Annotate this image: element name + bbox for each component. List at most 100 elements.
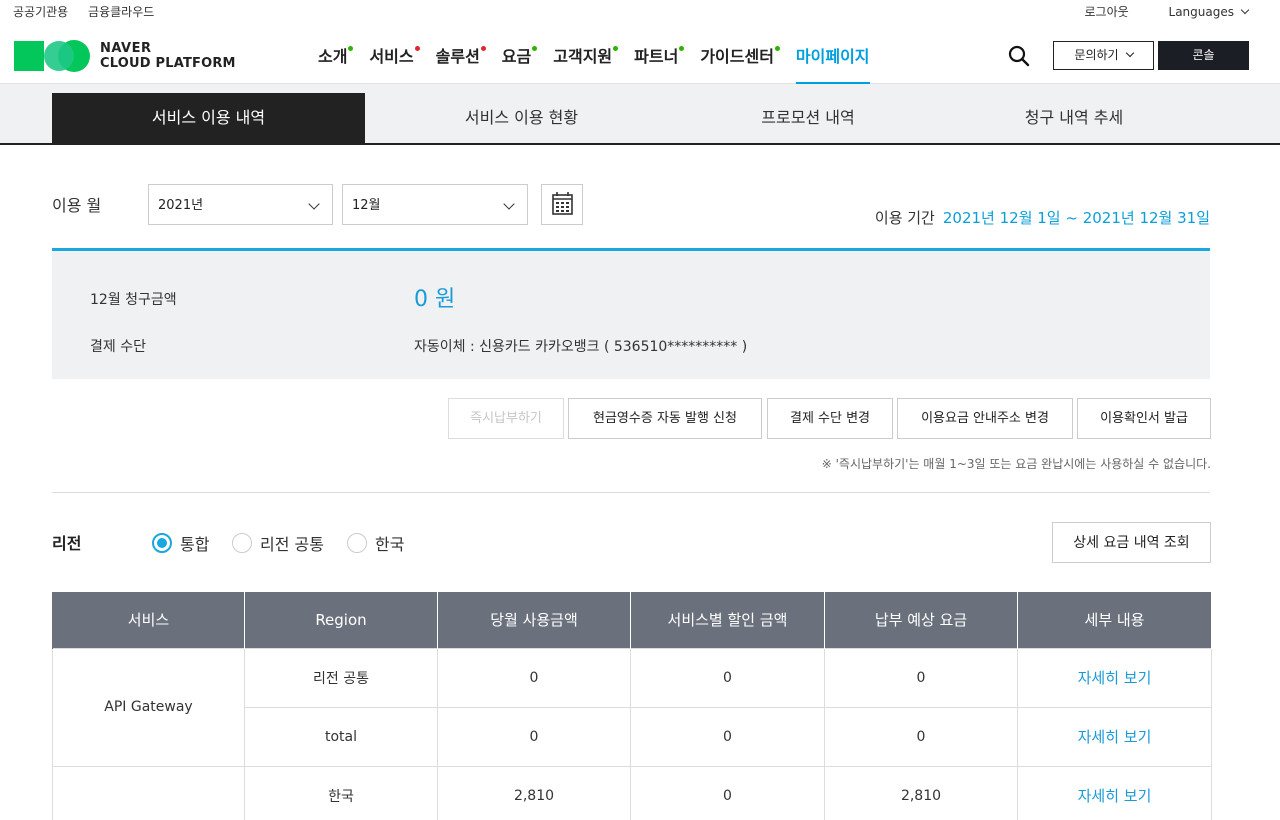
new-dot-icon [348, 46, 354, 51]
year-value: 2021년 [158, 198, 204, 213]
payment-method-value: 자동이체 : 신용카드 카카오뱅크 ( 536510********** ) [414, 339, 748, 355]
tab-service-usage-status[interactable]: 서비스 이용 현황 [365, 93, 678, 143]
service-billing-table: 서비스 Region 당월 사용금액 서비스별 할인 금액 납부 예상 요금 세… [52, 592, 1212, 820]
nav-services[interactable]: 서비스 [369, 26, 420, 84]
table-row: 한국 2,810 0 2,810 자세히 보기 [52, 765, 1212, 820]
cell-expected: 0 [824, 706, 1018, 767]
nav-intro[interactable]: 소개 [318, 26, 354, 84]
console-button[interactable]: 콘솔 [1158, 41, 1249, 70]
pay-now-notice: ※ '즉시납부하기'는 매월 1~3일 또는 요금 완납시에는 사용하실 수 없… [821, 457, 1211, 471]
chevron-down-icon [503, 198, 515, 210]
cash-receipt-auto-issue-button[interactable]: 현금영수증 자동 발행 신청 [568, 398, 762, 439]
new-dot-icon [613, 46, 619, 51]
radio-checked-icon [152, 533, 172, 553]
payment-method-label: 결제 수단 [90, 339, 146, 355]
pay-now-button: 즉시납부하기 [448, 398, 564, 439]
new-dot-icon [532, 46, 538, 51]
year-select[interactable]: 2021년 [148, 184, 333, 225]
utility-bar: 공공기관용 금융클라우드 로그아웃 Languages [0, 0, 1280, 26]
nav-label: 가이드센터 [700, 47, 774, 66]
logo-text-cloud-platform: CLOUD PLATFORM [100, 56, 236, 71]
usage-period-value: 2021년 12월 1일 ~ 2021년 12월 31일 [942, 209, 1210, 227]
chevron-down-icon [1240, 5, 1250, 15]
usage-period: 이용 기간 2021년 12월 1일 ~ 2021년 12월 31일 [875, 207, 1210, 228]
naver-cloud-logo[interactable]: NAVER CLOUD PLATFORM [14, 40, 236, 72]
header-expected-charge: 납부 예상 요금 [824, 592, 1018, 648]
cell-region: 리전 공통 [244, 647, 438, 708]
usage-period-label: 이용 기간 [874, 209, 935, 227]
nav-solutions[interactable]: 솔루션 [435, 26, 486, 84]
region-label: 리전 [52, 534, 82, 553]
nav-guide-center[interactable]: 가이드센터 [700, 26, 780, 84]
header-monthly-usage: 당월 사용금액 [437, 592, 631, 648]
logo-text-naver: NAVER [100, 41, 152, 56]
header-region: Region [244, 592, 438, 648]
mypage-tab-bar: 서비스 이용 내역 서비스 이용 현황 프로모션 내역 청구 내역 추세 [0, 84, 1280, 145]
nav-mypage[interactable]: 마이페이지 [795, 26, 870, 84]
cell-expected: 2,810 [824, 765, 1018, 820]
logo-circle-mark [44, 40, 90, 72]
inquiry-label: 문의하기 [1074, 48, 1119, 62]
table-header-row: 서비스 Region 당월 사용금액 서비스별 할인 금액 납부 예상 요금 세… [52, 592, 1212, 648]
radio-label: 통합 [180, 535, 210, 554]
header-discount: 서비스별 할인 금액 [630, 592, 825, 648]
change-payment-method-button[interactable]: 결제 수단 변경 [767, 398, 893, 439]
new-dot-icon [414, 46, 420, 51]
cell-usage: 0 [437, 706, 631, 767]
cell-discount: 0 [630, 647, 825, 708]
chevron-down-icon [308, 198, 320, 210]
radio-region-common[interactable]: 리전 공통 [232, 533, 324, 554]
cell-region: total [244, 706, 438, 767]
cell-discount: 0 [630, 706, 825, 767]
global-header: NAVER CLOUD PLATFORM 소개 서비스 솔루션 요금 고객지원 … [0, 26, 1280, 84]
nav-label: 소개 [318, 47, 348, 66]
usage-month-label: 이용 월 [52, 196, 102, 215]
issue-usage-certificate-button[interactable]: 이용확인서 발급 [1077, 398, 1211, 439]
divider [52, 492, 1210, 493]
header-service: 서비스 [52, 592, 245, 648]
month-select[interactable]: 12월 [342, 184, 528, 225]
change-billing-address-button[interactable]: 이용요금 안내주소 변경 [897, 398, 1073, 439]
bill-amount-value: 0 원 [414, 287, 456, 312]
month-value: 12월 [352, 198, 381, 213]
nav-support[interactable]: 고객지원 [553, 26, 619, 84]
radio-region-integrated[interactable]: 통합 [152, 533, 210, 554]
nav-pricing[interactable]: 요금 [501, 26, 538, 84]
nav-label: 마이페이지 [795, 47, 870, 66]
billing-summary-box: 12월 청구금액 0 원 결제 수단 자동이체 : 신용카드 카카오뱅크 ( 5… [52, 248, 1210, 379]
tab-promotion-history[interactable]: 프로모션 내역 [678, 93, 938, 143]
cell-service [52, 765, 245, 820]
languages-label: Languages [1168, 5, 1234, 19]
calendar-icon[interactable] [541, 184, 583, 225]
tab-billing-trend[interactable]: 청구 내역 추세 [938, 93, 1210, 143]
search-icon[interactable] [1007, 44, 1031, 68]
radio-region-korea[interactable]: 한국 [347, 533, 405, 554]
global-nav: 소개 서비스 솔루션 요금 고객지원 파트너 가이드센터 마이페이지 [318, 26, 892, 84]
header-details: 세부 내용 [1017, 592, 1212, 648]
logout-link[interactable]: 로그아웃 [1085, 5, 1129, 19]
bill-amount-label: 12월 청구금액 [90, 292, 177, 308]
view-details-link[interactable]: 자세히 보기 [1017, 647, 1212, 708]
nav-label: 서비스 [369, 47, 414, 66]
table-row: API Gateway 리전 공통 0 0 0 자세히 보기 [52, 647, 1212, 767]
link-finance-cloud[interactable]: 금융클라우드 [88, 5, 154, 19]
view-details-link[interactable]: 자세히 보기 [1017, 765, 1212, 820]
view-details-link[interactable]: 자세히 보기 [1017, 706, 1212, 767]
radio-label: 한국 [375, 535, 405, 554]
nav-label: 요금 [501, 47, 532, 66]
cell-usage: 2,810 [437, 765, 631, 820]
nav-label: 솔루션 [435, 47, 480, 66]
cell-discount: 0 [630, 765, 825, 820]
tab-service-usage-history[interactable]: 서비스 이용 내역 [52, 93, 365, 143]
cell-region: 한국 [244, 765, 438, 820]
logo-square-mark [14, 41, 44, 71]
inquiry-dropdown-button[interactable]: 문의하기 [1053, 41, 1154, 70]
detailed-billing-lookup-button[interactable]: 상세 요금 내역 조회 [1052, 522, 1211, 563]
nav-partners[interactable]: 파트너 [634, 26, 685, 84]
new-dot-icon [679, 46, 685, 51]
languages-dropdown[interactable]: Languages [1151, 5, 1250, 19]
link-public-sector[interactable]: 공공기관용 [13, 5, 68, 19]
radio-label: 리전 공통 [260, 535, 324, 554]
new-dot-icon [480, 46, 486, 51]
nav-label: 고객지원 [553, 47, 613, 66]
